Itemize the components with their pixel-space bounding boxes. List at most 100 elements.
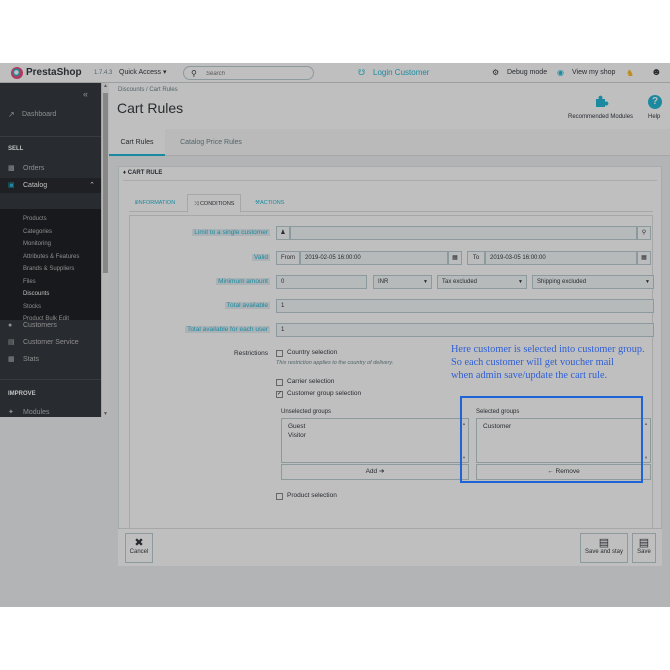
recommended-modules-button[interactable]: Recommended Modules <box>568 114 633 120</box>
cancel-button[interactable]: ✖ Cancel <box>125 533 153 563</box>
carrier-selection-label: Carrier selection <box>287 378 335 385</box>
divider <box>123 180 657 181</box>
view-shop-link[interactable]: View my shop <box>572 63 615 83</box>
to-addon: To <box>467 251 485 265</box>
annotation-note: Here customer is selected into customer … <box>451 343 661 382</box>
account-icon[interactable]: ☻ <box>651 63 662 83</box>
unselected-groups-label: Unselected groups <box>281 409 332 415</box>
select-value: Tax excluded <box>442 279 478 285</box>
sidebar-divider <box>0 136 101 137</box>
sidebar-divider <box>0 379 101 380</box>
sidebar-item-modules[interactable]: ✦ Modules <box>0 405 101 420</box>
product-selection-checkbox[interactable] <box>276 493 283 500</box>
search-icon[interactable]: ⚲ <box>637 226 651 240</box>
list-item[interactable]: Guest <box>288 423 305 430</box>
quick-access-dropdown[interactable]: Quick Access ▾ <box>119 63 166 83</box>
prestashop-logo-icon[interactable] <box>11 67 23 79</box>
sidebar-item-customers[interactable]: ● Customers <box>0 318 101 333</box>
sidebar-scrollbar[interactable]: ▲ ▼ <box>101 83 109 417</box>
scroll-up-arrow-icon[interactable]: ▲ <box>644 421 648 426</box>
save-button[interactable]: ▤ Save <box>632 533 656 563</box>
breadcrumb[interactable]: Discounts / Cart Rules <box>118 87 178 93</box>
search-input[interactable] <box>206 68 306 79</box>
user-icon: ● <box>8 322 13 329</box>
add-group-button[interactable]: Add ➔ <box>281 464 469 480</box>
customer-group-checkbox[interactable] <box>276 390 283 398</box>
search-box[interactable]: ⚲ <box>183 66 314 80</box>
debug-mode-link[interactable]: Debug mode <box>507 63 547 83</box>
selected-groups-highlight <box>460 396 643 483</box>
store-icon: ▣ <box>8 182 15 189</box>
brand-name[interactable]: PrestaShop <box>26 63 82 83</box>
shipping-select[interactable]: Shipping excluded ▼ <box>532 275 654 289</box>
sidebar-item-customer-service[interactable]: ▤ Customer Service <box>0 335 101 350</box>
country-selection-checkbox[interactable] <box>276 350 283 357</box>
button-label: Save <box>637 549 651 555</box>
sidebar-item-stats[interactable]: ▦ Stats <box>0 352 101 367</box>
tab-label: CONDITIONS <box>199 201 235 207</box>
help-button[interactable]: Help <box>648 114 660 120</box>
help-icon[interactable]: ? <box>648 95 662 109</box>
tab-information[interactable]: ℹINFORMATION <box>129 194 181 212</box>
notifications-icon[interactable]: ♞ <box>626 63 634 83</box>
tab-actions[interactable]: ⚒ACTIONS <box>249 194 290 212</box>
total-available-input[interactable]: 1 <box>276 299 654 313</box>
puzzle-icon[interactable] <box>595 94 609 108</box>
sidebar-item-dashboard[interactable]: Dashboard <box>22 111 56 118</box>
submenu-item-categories[interactable]: Categories <box>23 229 52 235</box>
sidebar-heading-improve: IMPROVE <box>8 391 36 397</box>
page-title: Cart Rules <box>117 100 184 116</box>
carrier-selection-checkbox[interactable] <box>276 379 283 386</box>
scroll-down-arrow-icon[interactable]: ▼ <box>644 455 648 460</box>
valid-from-input[interactable]: 2019-02-05 16:00:00 <box>300 251 448 265</box>
scrollbar-thumb[interactable] <box>103 93 108 273</box>
catalog-submenu: Products Categories Monitoring Attribute… <box>0 209 101 322</box>
country-selection-label: Country selection <box>287 349 338 356</box>
tax-select[interactable]: Tax excluded ▼ <box>437 275 527 289</box>
limit-customer-input[interactable] <box>290 226 637 240</box>
cart-icon: ▩ <box>8 165 15 172</box>
scroll-down-arrow-icon[interactable]: ▼ <box>103 411 108 417</box>
total-each-user-input[interactable]: 1 <box>276 323 654 337</box>
valid-to-input[interactable]: 2019-03-05 16:00:00 <box>485 251 637 265</box>
limit-customer-label: Limit to a single customer <box>192 229 270 236</box>
calendar-icon[interactable]: ▦ <box>637 251 651 265</box>
calendar-icon[interactable]: ▦ <box>448 251 462 265</box>
tab-cart-rules[interactable]: Cart Rules <box>109 129 165 156</box>
submenu-item-files[interactable]: Files <box>23 279 36 285</box>
save-and-stay-button[interactable]: ▤ Save and stay <box>580 533 628 563</box>
close-icon: ✖ <box>134 537 144 549</box>
sidebar-item-label: Modules <box>23 409 50 416</box>
login-customer-link[interactable]: Login Customer <box>373 63 429 83</box>
sidebar-item-catalog[interactable]: ▣ Catalog ⌃ <box>0 178 101 193</box>
minimum-amount-input[interactable]: 0 <box>276 275 367 289</box>
tab-conditions[interactable]: ⤨ CONDITIONS <box>187 194 242 213</box>
caret-down-icon: ▼ <box>423 279 428 285</box>
country-help-text: This restriction applies to the country … <box>276 360 394 366</box>
scroll-up-arrow-icon[interactable]: ▲ <box>103 83 108 89</box>
list-item[interactable]: Visitor <box>288 432 306 439</box>
chevron-up-icon: ⌃ <box>89 182 95 189</box>
submenu-item-brands[interactable]: Brands & Suppliers <box>23 266 74 272</box>
submenu-item-stocks[interactable]: Stocks <box>23 304 41 310</box>
submenu-item-products[interactable]: Products <box>23 216 47 222</box>
sidebar-item-label: Catalog <box>23 182 48 189</box>
submenu-item-discounts[interactable]: Discounts <box>23 291 49 297</box>
collapse-menu-icon[interactable]: « <box>83 89 88 99</box>
submenu-item-monitoring[interactable]: Monitoring <box>23 241 51 247</box>
tab-catalog-price-rules[interactable]: Catalog Price Rules <box>169 129 253 156</box>
from-addon: From <box>276 251 300 265</box>
submenu-item-attributes[interactable]: Attributes & Features <box>23 254 79 260</box>
trending-up-icon: ↗ <box>8 110 15 119</box>
annotation-line: Here customer is selected into customer … <box>451 344 645 355</box>
search-icon[interactable]: ⚲ <box>191 69 197 78</box>
button-label: Cancel <box>129 549 149 555</box>
bug-icon: ⚙ <box>492 68 500 77</box>
currency-select[interactable]: INR ▼ <box>373 275 432 289</box>
user-icon: ♟ <box>276 226 290 240</box>
total-each-user-label: Total available for each user <box>185 326 270 333</box>
unselected-groups-list[interactable]: Guest Visitor ▲ ▼ <box>281 418 469 463</box>
sidebar-item-orders[interactable]: ▩ Orders <box>0 161 101 176</box>
minimum-amount-label: Minimum amount <box>216 278 270 285</box>
caret-down-icon: ▼ <box>518 279 523 285</box>
